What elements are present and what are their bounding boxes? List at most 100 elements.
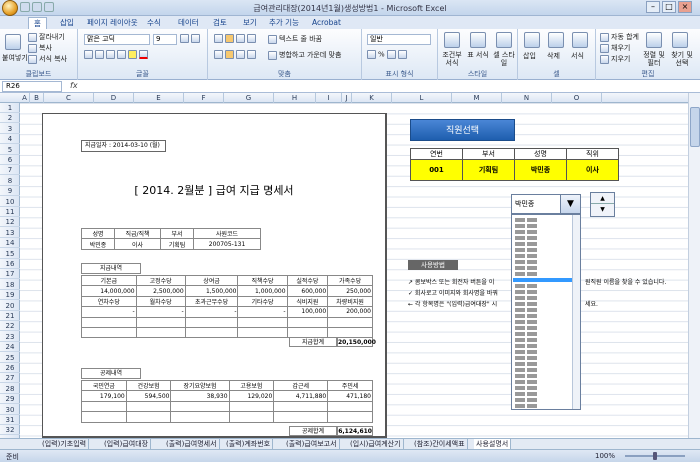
column-header[interactable]: I <box>316 93 342 103</box>
tab-page-layout[interactable]: 페이지 레이아웃 <box>82 17 143 29</box>
row-header[interactable]: 16 <box>0 259 20 269</box>
list-item[interactable] <box>513 278 572 282</box>
list-item[interactable] <box>513 374 572 378</box>
column-header[interactable]: D <box>94 93 134 103</box>
wrap-text-button[interactable]: 텍스트 줄 바꿈 <box>268 34 322 44</box>
sheet-tab[interactable]: (출력)급여보고서 <box>284 439 340 449</box>
column-header[interactable]: H <box>274 93 316 103</box>
employee-select-button[interactable]: 직원선택 <box>410 119 515 141</box>
cell-style-button[interactable]: 셀 스타일 <box>492 51 516 67</box>
list-item[interactable] <box>513 272 572 276</box>
fill-color-icon[interactable] <box>128 50 137 59</box>
font-size-select[interactable]: 9 <box>153 34 177 45</box>
column-header[interactable]: G <box>224 93 274 103</box>
list-item[interactable] <box>513 254 572 258</box>
row-header[interactable]: 4 <box>0 134 20 145</box>
list-item[interactable] <box>513 284 572 288</box>
tab-review[interactable]: 검토 <box>208 17 232 29</box>
column-header[interactable]: C <box>44 93 94 103</box>
column-header[interactable]: L <box>392 93 452 103</box>
row-header[interactable]: 3 <box>0 124 20 134</box>
list-item[interactable] <box>513 260 572 264</box>
sheet-tab[interactable]: (입력)기초입력 <box>40 439 90 449</box>
decimal-icon[interactable] <box>397 50 407 59</box>
tab-insert[interactable]: 삽입 <box>55 17 79 29</box>
row-header[interactable]: 17 <box>0 269 20 280</box>
table-format-icon[interactable] <box>470 32 486 48</box>
row-header[interactable]: 18 <box>0 280 20 290</box>
list-item[interactable] <box>513 338 572 342</box>
align-middle-icon[interactable] <box>225 34 234 43</box>
spin-button[interactable]: ▲ ▼ <box>590 192 615 217</box>
list-item[interactable] <box>513 224 572 228</box>
format-painter-button[interactable]: 서식 복사 <box>28 54 67 64</box>
list-item[interactable] <box>513 302 572 306</box>
border-icon[interactable] <box>117 50 126 59</box>
row-header[interactable]: 2 <box>0 113 20 124</box>
row-header[interactable]: 10 <box>0 197 20 207</box>
list-item[interactable] <box>513 242 572 246</box>
row-header[interactable]: 31 <box>0 415 20 425</box>
list-item[interactable] <box>513 368 572 372</box>
font-color-icon[interactable] <box>139 50 148 59</box>
sheet-tab[interactable]: (출력)계좌번호 <box>224 439 274 449</box>
minimize-button[interactable]: – <box>646 1 660 13</box>
row-header[interactable]: 5 <box>0 145 20 155</box>
paste-icon[interactable] <box>5 34 21 50</box>
list-item[interactable] <box>513 344 572 348</box>
align-top-icon[interactable] <box>214 34 223 43</box>
delete-cells-button[interactable]: 삭제 <box>547 51 560 61</box>
comma-icon[interactable] <box>386 50 396 59</box>
row-header[interactable]: 28 <box>0 384 20 394</box>
row-header[interactable]: 11 <box>0 207 20 217</box>
sort-filter-button[interactable]: 정렬 및 필터 <box>642 51 666 67</box>
row-header[interactable]: 13 <box>0 228 20 238</box>
underline-icon[interactable] <box>106 50 115 59</box>
row-header[interactable]: 32 <box>0 425 20 436</box>
chevron-down-icon[interactable]: ▼ <box>560 195 580 213</box>
employee-dropdown-list[interactable] <box>511 214 581 410</box>
employee-combo-box[interactable]: 박민종 ▼ <box>511 194 581 214</box>
row-header[interactable]: 14 <box>0 238 20 249</box>
fx-icon[interactable]: fx <box>70 81 78 90</box>
list-item[interactable] <box>513 248 572 252</box>
merge-center-button[interactable]: 병합하고 가운데 맞춤 <box>268 50 341 60</box>
row-header[interactable]: 20 <box>0 301 20 311</box>
row-header[interactable]: 30 <box>0 405 20 415</box>
row-header[interactable]: 29 <box>0 394 20 405</box>
list-item[interactable] <box>513 356 572 360</box>
vertical-scrollbar[interactable] <box>688 93 700 438</box>
column-header[interactable]: A <box>20 93 30 103</box>
tab-formulas[interactable]: 수식 <box>142 17 166 29</box>
cell-style-icon[interactable] <box>496 32 512 48</box>
row-header[interactable]: 15 <box>0 249 20 259</box>
sheet-tab[interactable]: (입시)급여계산기 <box>348 439 404 449</box>
list-item[interactable] <box>513 362 572 366</box>
insert-cells-icon[interactable] <box>524 32 540 48</box>
list-item[interactable] <box>513 230 572 234</box>
tab-data[interactable]: 데이터 <box>173 17 204 29</box>
copy-button[interactable]: 복사 <box>28 43 52 53</box>
align-right-icon[interactable] <box>236 50 245 59</box>
row-header[interactable]: 22 <box>0 321 20 332</box>
format-cells-icon[interactable] <box>572 32 588 48</box>
fill-button[interactable]: 채우기 <box>600 43 630 53</box>
row-header[interactable]: 26 <box>0 363 20 373</box>
column-header[interactable]: B <box>30 93 44 103</box>
row-header[interactable]: 6 <box>0 155 20 165</box>
row-header[interactable]: 21 <box>0 311 20 321</box>
column-header[interactable]: N <box>502 93 552 103</box>
column-header[interactable]: J <box>342 93 352 103</box>
conditional-format-icon[interactable] <box>444 32 460 48</box>
sheet-tab[interactable]: (출력)급여명세서 <box>164 439 220 449</box>
list-item[interactable] <box>513 296 572 300</box>
scroll-thumb[interactable] <box>690 107 700 147</box>
delete-cells-icon[interactable] <box>548 32 564 48</box>
tab-home[interactable]: 홈 <box>28 17 47 29</box>
cut-button[interactable]: 잘라내기 <box>28 32 65 42</box>
maximize-button[interactable]: □ <box>662 1 676 13</box>
align-left-icon[interactable] <box>214 50 223 59</box>
paste-button[interactable]: 붙여넣기 <box>2 53 28 63</box>
insert-cells-button[interactable]: 삽입 <box>523 51 536 61</box>
row-header[interactable]: 25 <box>0 353 20 363</box>
